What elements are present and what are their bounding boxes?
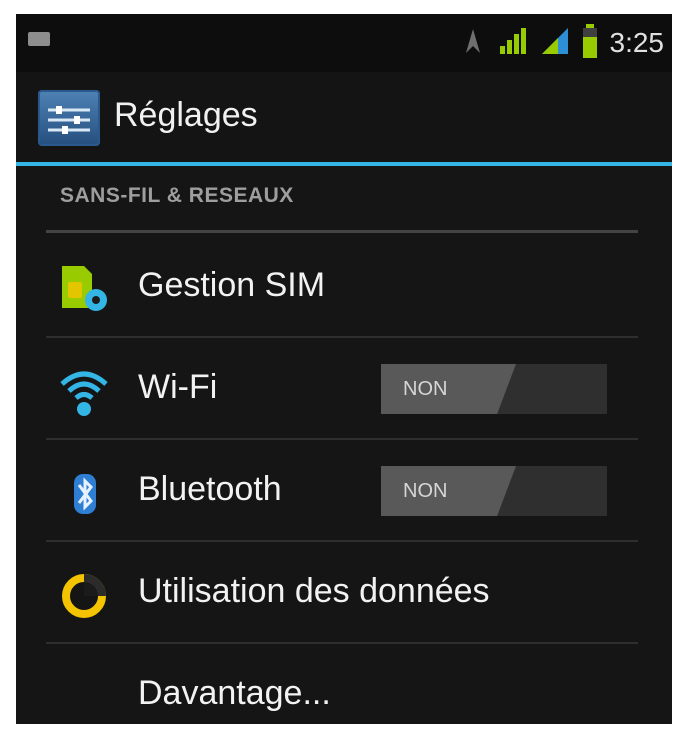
- battery-icon: [582, 24, 598, 62]
- status-icons: 3:25: [460, 24, 665, 62]
- section-header: SANS-FIL & RESEAUX: [60, 184, 294, 207]
- wifi-icon: [58, 366, 110, 416]
- section-divider: [46, 230, 638, 233]
- settings-item-label: Bluetooth: [138, 470, 282, 508]
- settings-item-more[interactable]: Davantage...: [16, 644, 672, 724]
- toggle-thumb: [381, 364, 516, 414]
- settings-item-label: Gestion SIM: [138, 266, 326, 304]
- toggle-state-label: NON: [403, 480, 448, 502]
- page-title: Réglages: [114, 96, 258, 134]
- signal-strength-2-icon: [540, 26, 570, 60]
- settings-item-label: Utilisation des données: [138, 572, 490, 610]
- settings-item-sim[interactable]: Gestion SIM: [16, 236, 672, 336]
- gps-icon: [460, 26, 486, 60]
- data-usage-icon: [58, 570, 110, 618]
- settings-item-bluetooth[interactable]: Bluetooth NON: [16, 440, 672, 540]
- bluetooth-icon: [58, 468, 110, 516]
- settings-item-label: Davantage...: [138, 674, 331, 712]
- settings-app-icon[interactable]: [38, 90, 100, 146]
- action-bar: Réglages: [16, 72, 672, 164]
- wifi-toggle[interactable]: NON: [381, 364, 607, 414]
- settings-item-label: Wi-Fi: [138, 368, 218, 406]
- phone-screen: 3:25 Réglages SANS-FIL & RESEAUX Gestion…: [16, 14, 672, 724]
- settings-item-data-usage[interactable]: Utilisation des données: [16, 542, 672, 642]
- settings-item-wifi[interactable]: Wi-Fi NON: [16, 338, 672, 438]
- sim-card-icon: [58, 264, 110, 312]
- notification-icon: [28, 32, 50, 46]
- status-bar: 3:25: [16, 14, 672, 72]
- status-time: 3:25: [609, 27, 665, 58]
- toggle-state-label: NON: [403, 378, 448, 400]
- settings-list: SANS-FIL & RESEAUX Gestion SIM Wi-Fi NON…: [16, 166, 672, 724]
- signal-strength-icon: [498, 26, 528, 60]
- bluetooth-toggle[interactable]: NON: [381, 466, 607, 516]
- toggle-thumb: [381, 466, 516, 516]
